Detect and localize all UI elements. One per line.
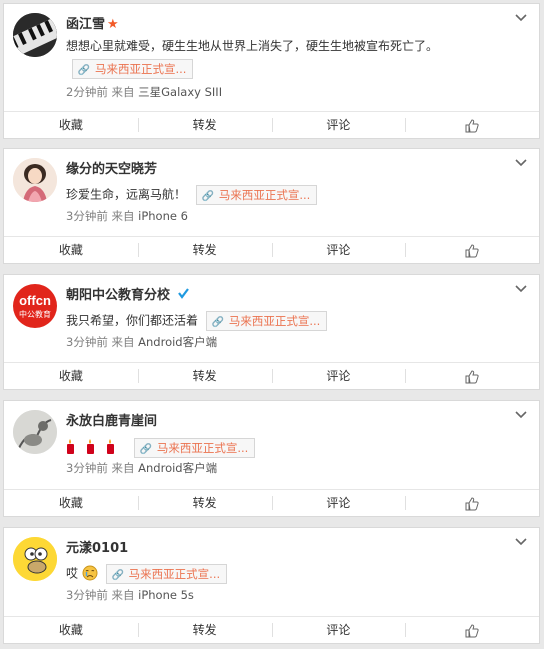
piano-keys-avatar-image (13, 13, 57, 57)
post-meta: 3分钟前 来自 iPhone 6 (66, 209, 188, 223)
like-button[interactable] (405, 112, 539, 138)
avatar[interactable] (13, 13, 57, 57)
post-text: 哎 🔗 马来西亚正式宣... (66, 564, 228, 584)
thumbs-up-icon (465, 496, 479, 510)
like-button[interactable] (405, 617, 539, 643)
chevron-down-icon[interactable] (515, 410, 527, 420)
link-icon: 🔗 (77, 65, 91, 76)
chevron-down-icon[interactable] (515, 158, 527, 168)
post-text: 我只希望，你们都还活着 🔗 马来西亚正式宣... (66, 311, 328, 331)
repost-button[interactable]: 转发 (137, 112, 272, 138)
user-name[interactable]: 朝阳中公教育分校 (66, 284, 190, 303)
favorite-button[interactable]: 收藏 (4, 490, 138, 516)
comment-button[interactable]: 评论 (271, 112, 406, 138)
user-name[interactable]: 函江雪 ★ (66, 13, 119, 32)
link-icon: 🔗 (211, 317, 225, 328)
weibo-post-card: 永放白鹿青崖间 🔗 马来西亚正式宣... 3分钟前 来自 Android客户端 收… (3, 400, 540, 517)
cry-emoji-icon (82, 565, 98, 584)
user-name[interactable]: 永放白鹿青崖间 (66, 410, 157, 429)
repost-button[interactable]: 转发 (137, 237, 272, 263)
post-meta: 3分钟前 来自 Android客户端 (66, 461, 218, 475)
topic-tag[interactable]: 🔗 马来西亚正式宣... (205, 311, 328, 331)
topic-tag[interactable]: 🔗 马来西亚正式宣... (105, 564, 228, 584)
comment-button[interactable]: 评论 (271, 237, 406, 263)
like-button[interactable] (405, 363, 539, 389)
weibo-post-card: 函江雪 ★ 想想心里就难受，硬生生地从世界上消失了，硬生生地被宣布死亡了。 🔗 马来… (3, 3, 540, 139)
topic-tag[interactable]: 🔗 马来西亚正式宣... (195, 185, 318, 205)
thumbs-up-icon (465, 118, 479, 132)
favorite-button[interactable]: 收藏 (4, 112, 138, 138)
like-button[interactable] (405, 237, 539, 263)
star-badge-icon: ★ (107, 17, 119, 32)
topic-tag[interactable]: 🔗 马来西亚正式宣... (72, 59, 194, 79)
repost-button[interactable]: 转发 (137, 617, 272, 643)
avatar[interactable] (13, 410, 57, 454)
post-text: 想想心里就难受，硬生生地从世界上消失了，硬生生地被宣布死亡了。 (66, 39, 439, 53)
link-icon: 🔗 (139, 443, 153, 455)
action-bar: 收藏 转发 评论 (4, 616, 539, 643)
candle-emoji-icon (66, 437, 126, 458)
post-text: 🔗 马来西亚正式宣... (66, 437, 256, 458)
thumbs-up-icon (465, 243, 479, 257)
weibo-post-card: 元漾0101 哎 🔗 马来西亚正式宣... 3分钟前 来自 iPhone 5s 收… (3, 527, 540, 644)
comment-button[interactable]: 评论 (271, 617, 406, 643)
avatar[interactable]: offcn 中公教育 (13, 284, 57, 328)
topic-tag[interactable]: 🔗 马来西亚正式宣... (133, 437, 256, 458)
comment-button[interactable]: 评论 (271, 363, 406, 389)
comment-button[interactable]: 评论 (271, 490, 406, 516)
favorite-button[interactable]: 收藏 (4, 363, 138, 389)
weibo-post-card: offcn 中公教育 朝阳中公教育分校 我只希望，你们都还活着 🔗 马来西亚正式宣… (3, 274, 540, 390)
repost-button[interactable]: 转发 (137, 363, 272, 389)
user-name[interactable]: 缘分的天空晓芳 (66, 158, 157, 177)
user-name[interactable]: 元漾0101 (66, 537, 128, 556)
action-bar: 收藏 转发 评论 (4, 362, 539, 389)
post-meta: 3分钟前 来自 Android客户端 (66, 335, 218, 349)
weibo-post-card: 缘分的天空晓芳 珍爱生命，远离马航！ 🔗 马来西亚正式宣... 3分钟前 来自 i… (3, 148, 540, 264)
action-bar: 收藏 转发 评论 (4, 236, 539, 263)
avatar[interactable] (13, 537, 57, 581)
verified-icon (177, 288, 189, 299)
chevron-down-icon[interactable] (515, 13, 527, 23)
action-bar: 收藏 转发 评论 (4, 111, 539, 138)
post-meta: 3分钟前 来自 iPhone 5s (66, 588, 194, 602)
girl-avatar-image (13, 158, 57, 202)
link-icon: 🔗 (201, 191, 215, 202)
favorite-button[interactable]: 收藏 (4, 237, 138, 263)
post-text: 珍爱生命，远离马航！ 🔗 马来西亚正式宣... (66, 185, 318, 205)
action-bar: 收藏 转发 评论 (4, 489, 539, 516)
thumbs-up-icon (465, 369, 479, 383)
thumbs-up-icon (465, 623, 479, 637)
post-meta: 2分钟前 来自 三星Galaxy SIII (66, 85, 223, 99)
favorite-button[interactable]: 收藏 (4, 617, 138, 643)
avatar-logo-subtext: 中公教育 (19, 310, 51, 319)
like-button[interactable] (405, 490, 539, 516)
chevron-down-icon[interactable] (515, 284, 527, 294)
avatar[interactable] (13, 158, 57, 202)
ink-painting-avatar-image (13, 410, 57, 454)
repost-button[interactable]: 转发 (137, 490, 272, 516)
avatar-logo-text: offcn (19, 293, 51, 308)
cartoon-avatar-image (13, 537, 57, 581)
chevron-down-icon[interactable] (515, 537, 527, 547)
link-icon: 🔗 (111, 570, 124, 581)
